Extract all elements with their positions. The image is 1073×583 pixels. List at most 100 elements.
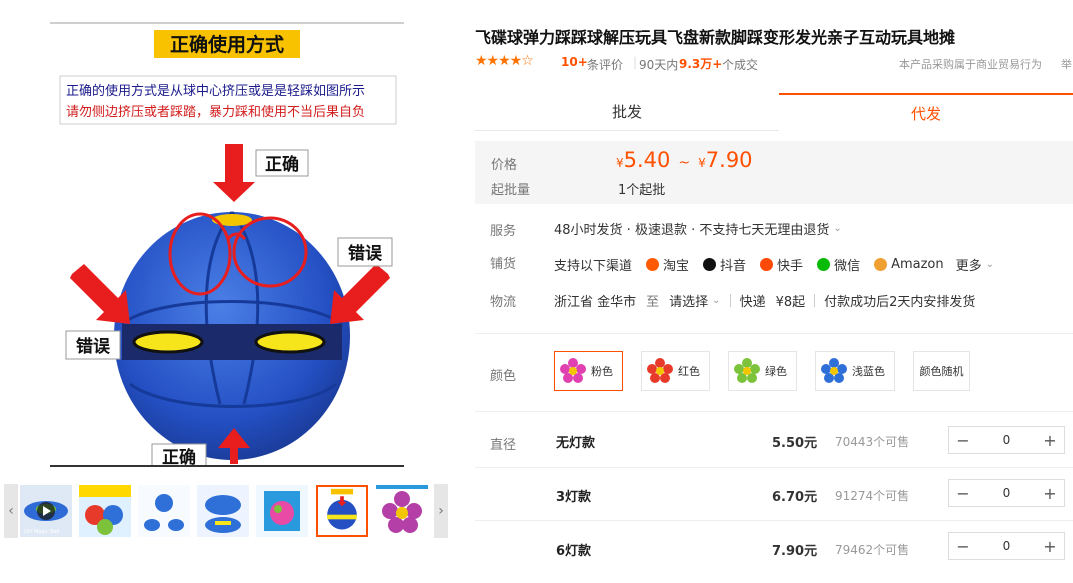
price-box: 价格 ¥5.40 ~ ¥7.90 起批量 1个起批 <box>475 141 1073 204</box>
shipping-fee: ¥8起 <box>775 295 806 310</box>
thumb-next-button[interactable]: › <box>434 484 448 538</box>
color-option-label: 颜色随机 <box>919 365 964 378</box>
label-correct-top: 正确 <box>265 154 299 175</box>
color-option-green[interactable]: 绿色 <box>728 351 797 391</box>
thumbnail-6[interactable] <box>316 485 368 537</box>
quantity-stepper: − + <box>948 426 1065 454</box>
row-divider <box>475 467 1073 468</box>
decrement-button[interactable]: − <box>949 480 977 506</box>
thumbnail-1[interactable]: DIY Magic Ball <box>20 485 72 537</box>
currency-symbol: ¥ <box>616 156 624 170</box>
wechat-icon <box>817 258 831 271</box>
sku-stock: 70443个可售 <box>835 435 910 449</box>
product-title: 飞碟球弹力踩踩球解压玩具飞盘新款脚踩变形发光亲子互动玩具地摊 <box>475 28 956 47</box>
color-label: 颜色 <box>490 369 517 384</box>
more-channels-button[interactable]: 更多 <box>956 255 982 274</box>
sales-period: 90天内 <box>639 58 679 72</box>
sku-name: 3灯款 <box>556 490 592 505</box>
channel-douyin[interactable]: 抖音 <box>720 255 746 274</box>
service-value: 48小时发货 · 极速退款 · 不支持七天无理由退货 <box>554 223 830 238</box>
flower-blue-icon <box>821 358 847 383</box>
increment-button[interactable]: + <box>1036 427 1064 453</box>
review-count[interactable]: 10+ <box>561 55 588 69</box>
color-option-label: 浅蓝色 <box>852 365 885 378</box>
thumbnail-strip: ‹ DIY Magic Ball › <box>4 484 452 538</box>
thumbnail-7[interactable] <box>376 485 428 537</box>
channel-wechat[interactable]: 微信 <box>834 255 860 274</box>
main-product-image[interactable]: 正确使用方式 正确的使用方式是从球中心挤压或是是轻踩如图所示 请勿侧边挤压或者踩… <box>50 22 404 467</box>
flower-green-icon <box>734 358 760 383</box>
channel-amazon[interactable]: Amazon <box>891 257 944 272</box>
color-option-red[interactable]: 红色 <box>641 351 710 391</box>
chevron-down-icon: ⌄ <box>833 223 842 234</box>
tab-wholesale[interactable]: 批发 <box>475 93 779 131</box>
ship-to: 至 <box>646 295 660 310</box>
section-divider <box>475 333 1073 334</box>
rating-stars-icon: ★★★★☆ <box>475 53 534 69</box>
destination-select[interactable]: 请选择 <box>669 291 708 310</box>
ship-origin: 浙江省 金华市 <box>554 295 637 310</box>
channel-kuaishou[interactable]: 快手 <box>777 255 803 274</box>
color-option-pink[interactable]: 粉色 <box>554 351 623 391</box>
tab-dropship[interactable]: 代发 <box>779 93 1073 131</box>
color-option-random[interactable]: 颜色随机 <box>913 351 970 391</box>
sku-name: 无灯款 <box>556 436 596 451</box>
distribution-label: 铺货 <box>490 257 517 272</box>
thumbnail-2[interactable] <box>79 485 131 537</box>
logistics-info: 浙江省 金华市 至 请选择 ⌄ 快递 ¥8起 付款成功后2天内安排发货 <box>554 291 975 310</box>
label-correct-bottom: 正确 <box>162 447 196 465</box>
quantity-input[interactable] <box>977 480 1036 506</box>
thumbnail-5[interactable] <box>256 485 308 537</box>
divider <box>729 294 731 307</box>
decrement-button[interactable]: − <box>949 533 977 559</box>
distribution-intro: 支持以下渠道 <box>554 259 633 274</box>
thumb-prev-button[interactable]: ‹ <box>4 484 18 538</box>
moq-value: 1个起批 <box>618 183 666 198</box>
label-wrong-right: 错误 <box>348 243 383 264</box>
sold-unit: 个成交 <box>722 58 759 72</box>
logistics-label: 物流 <box>490 295 517 310</box>
color-option-label: 粉色 <box>591 365 613 378</box>
price-range: ¥5.40 ~ ¥7.90 <box>616 148 753 172</box>
channel-taobao[interactable]: 淘宝 <box>663 255 689 274</box>
sku-stock: 79462个可售 <box>835 543 910 557</box>
divider <box>814 294 816 307</box>
chevron-down-icon: ⌄ <box>712 295 721 306</box>
usage-banner: 正确使用方式 <box>170 33 284 56</box>
service-label: 服务 <box>490 224 517 239</box>
sku-price: 6.70元 <box>772 490 818 505</box>
price-label: 价格 <box>491 158 518 173</box>
sku-stock: 91274个可售 <box>835 489 910 503</box>
chevron-down-icon: ⌄ <box>985 259 995 270</box>
increment-button[interactable]: + <box>1036 533 1064 559</box>
sold-count: 9.3万+ <box>679 57 723 71</box>
report-link[interactable]: 举 <box>1061 56 1072 72</box>
trade-notice: 本产品采购属于商业贸易行为 <box>899 58 1042 71</box>
review-unit: 条评价 <box>587 58 624 72</box>
moq-label: 起批量 <box>491 183 531 198</box>
douyin-icon <box>703 258 717 271</box>
decrement-button[interactable]: − <box>949 427 977 453</box>
thumb-1-text: DIY Magic Ball <box>24 529 60 535</box>
increment-button[interactable]: + <box>1036 480 1064 506</box>
price-max: 7.90 <box>705 148 753 172</box>
label-wrong-left: 错误 <box>76 336 111 357</box>
flower-pink-icon <box>560 358 586 383</box>
color-option-light-blue[interactable]: 浅蓝色 <box>815 351 895 391</box>
sku-price: 7.90元 <box>772 544 818 559</box>
express-label: 快递 <box>739 295 766 310</box>
purchase-mode-tabs: 批发 代发 <box>475 93 1073 131</box>
dispatch-time: 付款成功后2天内安排发货 <box>824 295 976 310</box>
quantity-stepper: − + <box>948 479 1065 507</box>
diameter-label: 直径 <box>490 438 517 453</box>
distribution-channels: 支持以下渠道 淘宝 抖音 快手 微信 Amazon 更多 ⌄ <box>554 255 994 274</box>
amazon-icon <box>874 258 888 271</box>
service-info[interactable]: 48小时发货 · 极速退款 · 不支持七天无理由退货 ⌄ <box>554 219 842 238</box>
section-divider <box>475 411 1073 412</box>
price-tilde: ~ <box>678 155 691 171</box>
quantity-input[interactable] <box>977 427 1036 453</box>
color-option-label: 红色 <box>678 365 700 378</box>
thumbnail-4[interactable] <box>197 485 249 537</box>
thumbnail-3[interactable] <box>138 485 190 537</box>
quantity-input[interactable] <box>977 533 1036 559</box>
